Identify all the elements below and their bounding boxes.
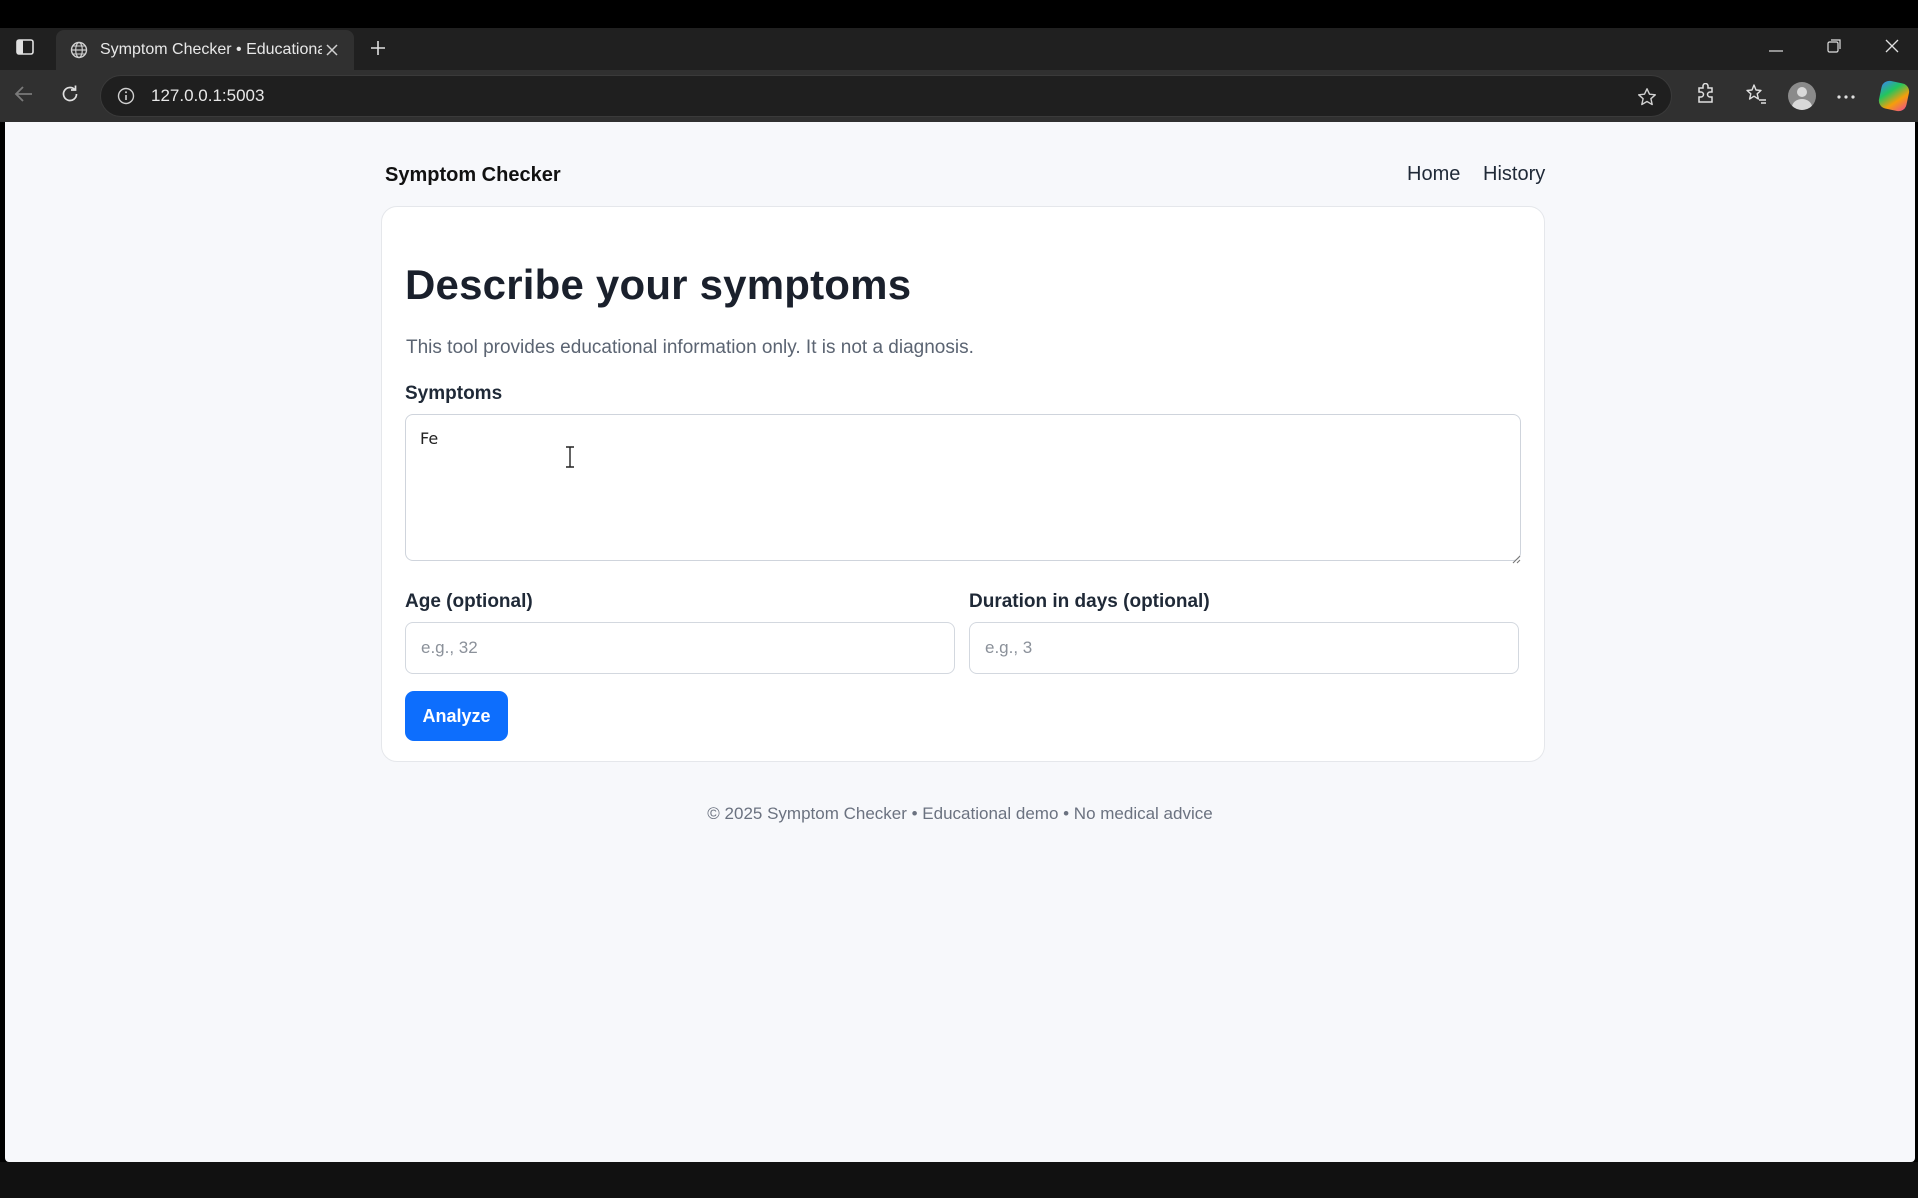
symptoms-textarea[interactable]: Fe xyxy=(405,414,1521,561)
age-input[interactable] xyxy=(405,622,955,674)
favorites-button[interactable] xyxy=(1740,80,1772,112)
address-bar[interactable]: 127.0.0.1:5003 xyxy=(100,75,1672,117)
screen: Symptom Checker • Educational 127.0.0.1:… xyxy=(0,0,1918,1198)
url-text: 127.0.0.1:5003 xyxy=(151,86,265,105)
profile-icon xyxy=(1788,82,1816,110)
symptoms-label: Symptoms xyxy=(405,383,503,404)
extensions-icon xyxy=(1695,82,1717,110)
copilot-icon xyxy=(1877,79,1911,113)
plus-icon xyxy=(369,39,387,62)
globe-icon xyxy=(68,39,90,61)
close-icon[interactable] xyxy=(322,40,342,60)
restore-icon xyxy=(1827,38,1841,58)
site-header: Symptom Checker Home History xyxy=(380,142,1545,202)
minimize-button[interactable] xyxy=(1756,34,1796,62)
tab-panel-icon xyxy=(16,38,34,60)
close-window-button[interactable] xyxy=(1872,34,1912,62)
page-viewport: Symptom Checker Home History Describe yo… xyxy=(5,122,1915,1162)
copilot-button[interactable] xyxy=(1877,79,1911,113)
taskbar-strip xyxy=(0,1162,1918,1198)
browser-tab-active[interactable]: Symptom Checker • Educational xyxy=(56,30,354,70)
resize-handle-icon[interactable] xyxy=(1511,551,1521,564)
close-window-icon xyxy=(1885,39,1899,58)
nav-link-history[interactable]: History xyxy=(1483,163,1545,186)
nav-link-home[interactable]: Home xyxy=(1407,163,1460,186)
new-tab-button[interactable] xyxy=(364,36,392,64)
profile-button[interactable] xyxy=(1786,80,1818,112)
extensions-button[interactable] xyxy=(1690,80,1722,112)
back-button[interactable] xyxy=(8,80,40,112)
back-icon xyxy=(14,85,34,108)
footer-text: © 2025 Symptom Checker • Educational dem… xyxy=(707,804,1213,823)
text-cursor-icon xyxy=(563,446,577,468)
reload-icon xyxy=(60,84,80,109)
favorites-icon xyxy=(1745,83,1767,110)
restore-button[interactable] xyxy=(1814,34,1854,62)
analyze-button[interactable]: Analyze xyxy=(405,691,508,741)
tab-title: Symptom Checker • Educational xyxy=(100,41,322,58)
page-title: Describe your symptoms xyxy=(405,261,912,308)
info-icon[interactable] xyxy=(115,85,137,107)
symptom-form-card: Describe your symptoms This tool provide… xyxy=(381,206,1545,762)
duration-label: Duration in days (optional) xyxy=(969,591,1210,612)
tab-actions-button[interactable] xyxy=(12,38,38,60)
reload-button[interactable] xyxy=(54,80,86,112)
more-button[interactable] xyxy=(1830,80,1862,112)
star-icon[interactable] xyxy=(1635,85,1659,109)
duration-input[interactable] xyxy=(969,622,1519,674)
more-icon xyxy=(1836,87,1856,105)
disclaimer-text: This tool provides educational informati… xyxy=(406,337,974,358)
minimize-icon xyxy=(1769,39,1783,57)
brand-title[interactable]: Symptom Checker xyxy=(385,164,561,187)
age-label: Age (optional) xyxy=(405,591,533,612)
